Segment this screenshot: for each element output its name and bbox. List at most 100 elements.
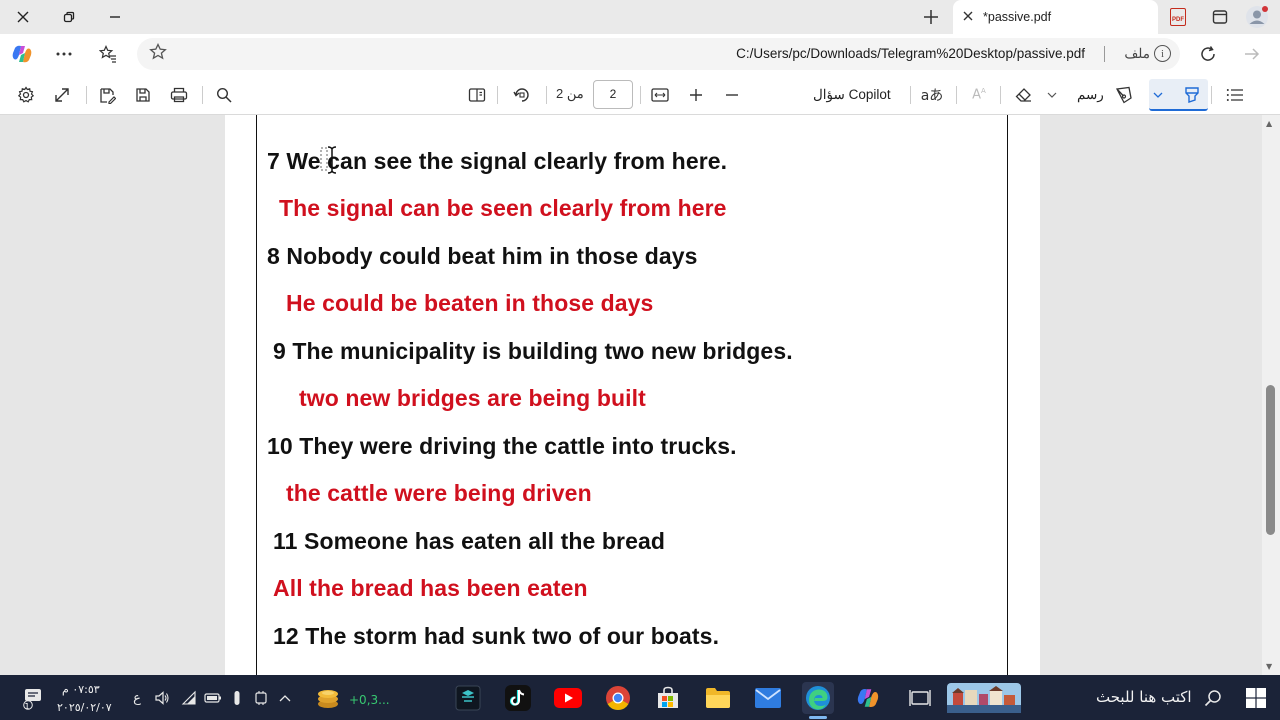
device-icon[interactable]: [252, 689, 270, 707]
chrome-icon: [606, 686, 630, 711]
url-field[interactable]: C:/Users/pc/Downloads/Telegram%20Desktop…: [137, 38, 1180, 70]
tab-actions-button[interactable]: [1203, 0, 1237, 34]
add-favorite-icon[interactable]: [149, 42, 167, 66]
store-icon: [658, 686, 678, 708]
pdf-file-icon: PDF: [1170, 8, 1186, 26]
toolbar-divider: [956, 86, 957, 104]
taskbar-search-button[interactable]: [1197, 682, 1229, 714]
favorites-button[interactable]: [92, 38, 124, 70]
eraser-button[interactable]: [1010, 82, 1036, 108]
vertical-scrollbar[interactable]: ▲ ▼: [1262, 115, 1280, 675]
draw-pen-icon: [1115, 86, 1132, 104]
draw-button[interactable]: [1111, 82, 1137, 108]
translate-icon: aあ: [920, 88, 944, 104]
highlight-button[interactable]: [1179, 82, 1205, 108]
toolbar-divider: [1211, 86, 1212, 104]
input-language-indicator[interactable]: ع: [128, 689, 146, 707]
more-icon: [56, 52, 72, 56]
ask-copilot-button[interactable]: سؤال Copilot: [813, 87, 891, 103]
scroll-down-arrow-icon[interactable]: ▼: [1266, 662, 1272, 671]
contents-button[interactable]: [1222, 82, 1248, 108]
print-icon: [170, 87, 188, 103]
youtube-icon: [554, 688, 582, 708]
eraser-icon: [1015, 88, 1031, 102]
rotate-button[interactable]: [509, 82, 535, 108]
taskbar-app-copilot[interactable]: [852, 682, 884, 714]
notification-count: 1: [24, 702, 30, 711]
tab-title: *passive.pdf: [983, 10, 1052, 24]
pdf-toolbar: من 2 2 سؤال Copilot aあ AA رسم: [0, 74, 1280, 115]
microphone-icon[interactable]: [228, 689, 246, 707]
save-as-button[interactable]: [94, 82, 120, 108]
page-number-input[interactable]: 2: [593, 80, 633, 109]
draw-label[interactable]: رسم: [1077, 87, 1104, 103]
minus-icon: [726, 94, 738, 96]
search-highlight-image[interactable]: [947, 683, 1021, 713]
volume-icon[interactable]: [153, 689, 171, 707]
search-highlight-illustration-icon: [947, 683, 1021, 713]
copilot-button[interactable]: [6, 38, 38, 70]
weather-text[interactable]: +0,3...: [349, 693, 390, 707]
read-aloud-translate-button[interactable]: aあ: [919, 82, 945, 108]
toolbar-divider: [640, 86, 641, 104]
chevron-down-icon: [1153, 92, 1163, 98]
search-icon: [1204, 690, 1221, 707]
active-app-indicator: [809, 716, 827, 719]
settings-more-button[interactable]: [48, 38, 80, 70]
zoom-in-button[interactable]: [683, 82, 709, 108]
doc-line-question: 8 Nobody could beat him in those days: [267, 243, 698, 269]
doc-line-question: 12 The storm had sunk two of our boats.: [273, 623, 720, 649]
tiktok-icon: [505, 685, 531, 711]
weather-widget[interactable]: [312, 682, 344, 714]
profile-button[interactable]: [1240, 0, 1274, 34]
close-window-button[interactable]: [0, 0, 46, 34]
print-button[interactable]: [166, 82, 192, 108]
pdf-viewer[interactable]: 7 We can see the signal clearly from her…: [0, 115, 1262, 675]
clock-time[interactable]: ٠٧:٥٣ م: [62, 683, 100, 696]
taskbar-app-store[interactable]: [652, 682, 684, 714]
refresh-button[interactable]: [1192, 38, 1224, 70]
taskbar-app-mail[interactable]: [752, 682, 784, 714]
tab-close-button[interactable]: [953, 10, 983, 25]
start-button[interactable]: [1240, 682, 1272, 714]
taskbar-search-box[interactable]: اكتب هنا للبحث: [1096, 688, 1192, 706]
taskbar-app-tiktok[interactable]: [502, 682, 534, 714]
text-cursor-icon: [320, 146, 337, 174]
tab-passive-pdf[interactable]: *passive.pdf: [953, 0, 1158, 34]
doc-line-answer: He could be beaten in those days: [286, 290, 654, 316]
page-count-label: من 2: [556, 86, 584, 101]
taskbar-app-youtube[interactable]: [552, 682, 584, 714]
taskbar-app-chrome[interactable]: [602, 682, 634, 714]
address-bar: C:/Users/pc/Downloads/Telegram%20Desktop…: [0, 34, 1280, 74]
save-button[interactable]: [130, 82, 156, 108]
clock-date[interactable]: ٢٠٢٥/٠٢/٠٧: [57, 701, 112, 714]
refresh-icon: [1201, 46, 1215, 61]
edge-icon: [806, 686, 830, 710]
doc-line-question: 10 They were driving the cattle into tru…: [267, 433, 737, 459]
page-view-button[interactable]: [464, 82, 490, 108]
task-view-icon: [909, 690, 931, 706]
highlight-dropdown-button[interactable]: [1145, 82, 1171, 108]
minimize-window-button[interactable]: [92, 0, 138, 34]
task-view-button[interactable]: [904, 682, 936, 714]
wifi-icon[interactable]: [180, 689, 198, 707]
forward-button[interactable]: [1236, 38, 1268, 70]
info-icon[interactable]: i: [1154, 45, 1171, 62]
zoom-out-button[interactable]: [719, 82, 745, 108]
text-size-button[interactable]: AA: [966, 82, 992, 108]
new-tab-button[interactable]: [912, 0, 950, 34]
eraser-dropdown-button[interactable]: [1039, 82, 1065, 108]
taskbar-app-video-editor[interactable]: [452, 682, 484, 714]
fit-width-button[interactable]: [647, 82, 673, 108]
pdf-settings-button[interactable]: [13, 82, 39, 108]
chevron-up-icon[interactable]: [276, 689, 294, 707]
fullscreen-button[interactable]: [49, 82, 75, 108]
scroll-up-arrow-icon[interactable]: ▲: [1266, 119, 1272, 128]
pdf-page[interactable]: 7 We can see the signal clearly from her…: [225, 115, 1040, 675]
scrollbar-thumb[interactable]: [1266, 385, 1275, 535]
taskbar-app-file-explorer[interactable]: [702, 682, 734, 714]
restore-window-button[interactable]: [46, 0, 92, 34]
taskbar-app-edge[interactable]: [802, 682, 834, 714]
find-button[interactable]: [211, 82, 237, 108]
battery-icon[interactable]: [204, 689, 222, 707]
